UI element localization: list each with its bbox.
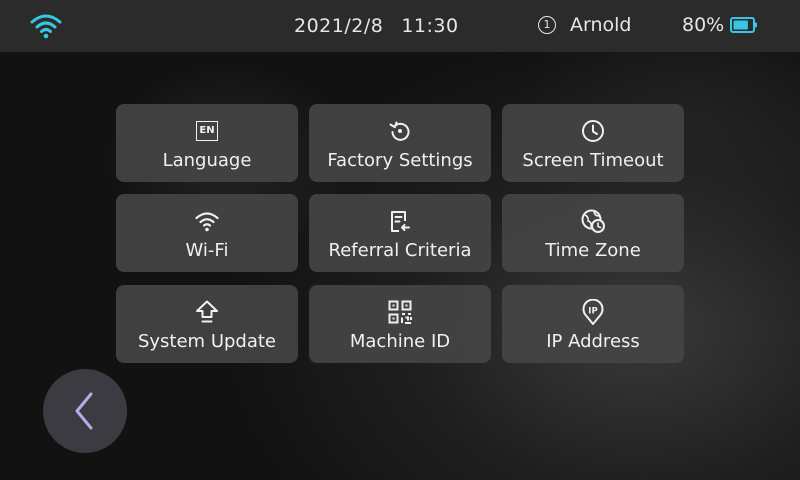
wifi-icon bbox=[195, 212, 219, 232]
status-bar: 2021/2/8 11:30 1 Arnold 80% bbox=[0, 0, 800, 52]
ip-badge-text: IP bbox=[588, 307, 597, 317]
datetime: 2021/2/8 11:30 bbox=[294, 15, 459, 37]
user-number-icon: 1 bbox=[538, 16, 556, 34]
screen-timeout-tile[interactable]: Screen Timeout bbox=[502, 104, 684, 182]
tile-label: Machine ID bbox=[349, 331, 451, 352]
user-name: Arnold bbox=[570, 14, 632, 36]
factory-settings-tile[interactable]: Factory Settings bbox=[309, 104, 491, 182]
referral-criteria-tile[interactable]: Referral Criteria bbox=[309, 194, 491, 272]
language-en-icon: EN bbox=[196, 121, 218, 141]
tile-label: Referral Criteria bbox=[328, 240, 472, 261]
battery-status: 80% bbox=[682, 14, 758, 36]
tile-label: Screen Timeout bbox=[522, 150, 664, 171]
tile-label: System Update bbox=[137, 331, 277, 352]
system-update-tile[interactable]: System Update bbox=[116, 285, 298, 363]
user-account[interactable]: 1 Arnold bbox=[538, 14, 631, 36]
time-zone-tile[interactable]: Time Zone bbox=[502, 194, 684, 272]
status-date: 2021/2/8 bbox=[294, 15, 384, 37]
wifi-tile[interactable]: Wi-Fi bbox=[116, 194, 298, 272]
reset-icon bbox=[389, 121, 410, 141]
wifi-icon bbox=[30, 14, 62, 39]
qr-code-icon bbox=[388, 300, 412, 324]
ip-address-tile[interactable]: IP IP Address bbox=[502, 285, 684, 363]
ip-pin-icon: IP bbox=[582, 299, 604, 325]
tile-label: Wi-Fi bbox=[185, 240, 229, 261]
battery-percent: 80% bbox=[682, 14, 725, 36]
tile-label: IP Address bbox=[546, 331, 640, 352]
clock-icon bbox=[582, 120, 604, 142]
upload-arrow-icon bbox=[196, 300, 218, 323]
tile-label: Time Zone bbox=[545, 240, 641, 261]
document-icon bbox=[391, 211, 410, 232]
tile-label: Factory Settings bbox=[327, 150, 473, 171]
machine-id-tile[interactable]: Machine ID bbox=[309, 285, 491, 363]
back-button[interactable] bbox=[43, 369, 127, 453]
chevron-left-icon bbox=[75, 392, 93, 430]
globe-clock-icon bbox=[581, 209, 605, 233]
battery-icon bbox=[730, 17, 758, 33]
language-tile[interactable]: EN Language bbox=[116, 104, 298, 182]
status-time: 11:30 bbox=[401, 15, 459, 37]
tile-label: Language bbox=[162, 150, 252, 171]
